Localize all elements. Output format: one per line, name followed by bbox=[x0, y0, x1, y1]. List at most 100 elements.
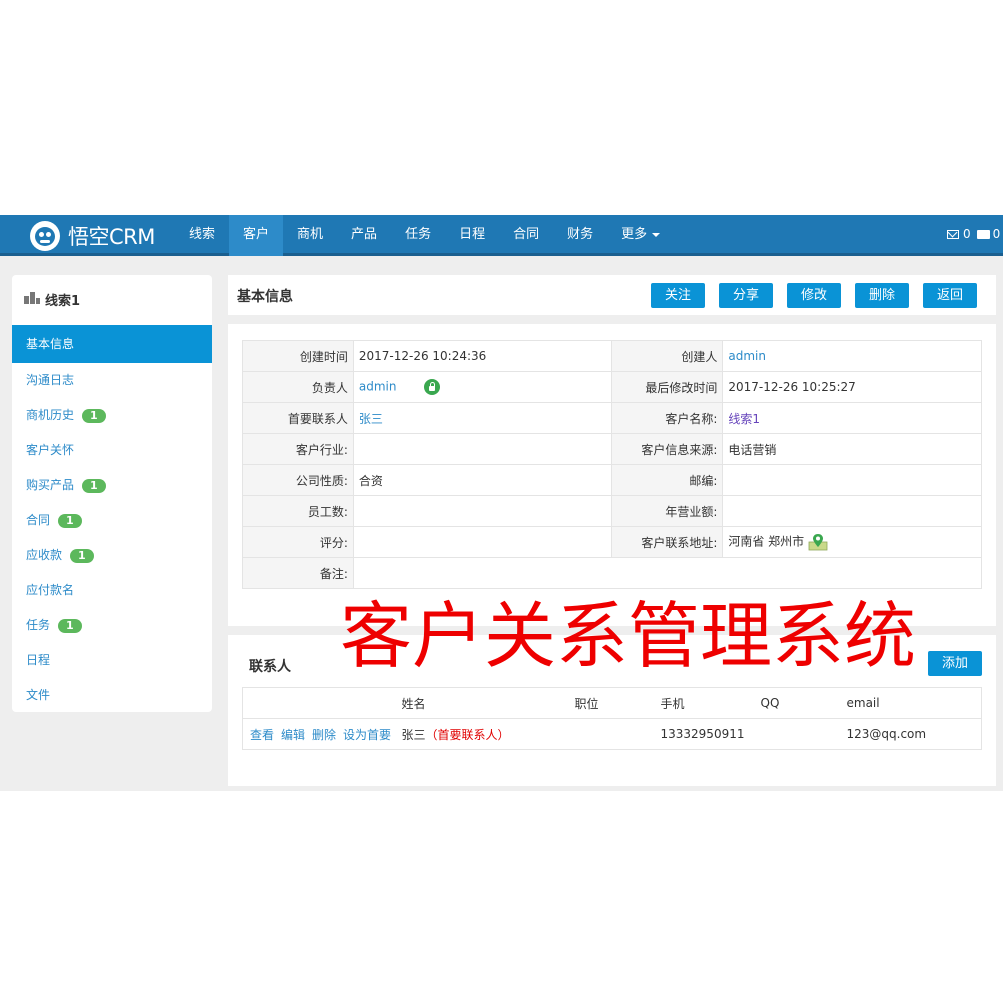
nav-item-products[interactable]: 产品 bbox=[337, 215, 391, 256]
info-title: 基本信息 bbox=[237, 289, 293, 305]
field-label: 备注: bbox=[242, 557, 354, 589]
info-panel: 创建时间 2017-12-26 10:24:36 创建人 admin 负责人 a… bbox=[228, 324, 996, 626]
field-label: 年营业额: bbox=[611, 495, 724, 527]
back-button[interactable]: 返回 bbox=[923, 283, 977, 308]
field-label: 客户行业: bbox=[242, 433, 354, 465]
sidebar-item-label: 任务 bbox=[26, 618, 51, 632]
row-actions: 查看 编辑 删除 设为首要 bbox=[242, 718, 396, 750]
sidebar-item-opportunity-history[interactable]: 商机历史 1 bbox=[12, 398, 212, 433]
field-label: 最后修改时间 bbox=[611, 371, 724, 403]
field-label: 员工数: bbox=[242, 495, 354, 527]
sidebar-item-label: 应收款 bbox=[26, 548, 63, 562]
card-icon[interactable] bbox=[976, 229, 990, 239]
sidebar-item-files[interactable]: 文件 bbox=[12, 678, 212, 712]
contact-phone: 13332950911 bbox=[654, 718, 755, 750]
field-value-cell: 河南省 郑州市 bbox=[722, 526, 982, 558]
delete-link[interactable]: 删除 bbox=[312, 728, 336, 742]
nav-item-contracts[interactable]: 合同 bbox=[499, 215, 553, 256]
add-contact-button[interactable]: 添加 bbox=[928, 651, 982, 676]
address-text: 河南省 郑州市 bbox=[728, 534, 805, 549]
nav-item-tasks[interactable]: 任务 bbox=[391, 215, 445, 256]
field-label: 客户名称: bbox=[611, 402, 724, 434]
field-value-cell: 线索1 bbox=[722, 402, 982, 434]
field-label: 邮编: bbox=[611, 464, 724, 496]
nav-item-opportunities[interactable]: 商机 bbox=[283, 215, 337, 256]
table-row: 公司性质: 合资 邮编: bbox=[242, 464, 982, 496]
info-header: 基本信息 关注 分享 修改 删除 返回 bbox=[228, 275, 996, 315]
view-link[interactable]: 查看 bbox=[250, 728, 274, 742]
field-label: 创建时间 bbox=[242, 340, 354, 372]
owner-link[interactable]: admin bbox=[359, 380, 397, 394]
primary-contact-link[interactable]: 张三 bbox=[359, 412, 383, 426]
set-primary-link[interactable]: 设为首要 bbox=[343, 728, 391, 742]
table-row: 负责人 admin 最后修改时间 2017-12-26 10:25:27 bbox=[242, 371, 982, 403]
sidebar-item-tasks[interactable]: 任务 1 bbox=[12, 608, 212, 643]
share-button[interactable]: 分享 bbox=[719, 283, 773, 308]
top-navbar: 悟空CRM 线索 客户 商机 产品 任务 日程 合同 财务 更多 0 0 bbox=[0, 215, 1003, 256]
column-header: 姓名 bbox=[395, 687, 569, 719]
creator-link[interactable]: admin bbox=[728, 349, 766, 363]
count-badge: 1 bbox=[82, 478, 106, 493]
follow-button[interactable]: 关注 bbox=[651, 283, 705, 308]
brand[interactable]: 悟空CRM bbox=[30, 221, 155, 251]
field-value: 合资 bbox=[352, 464, 613, 496]
table-row: 客户行业: 客户信息来源: 电话营销 bbox=[242, 433, 982, 465]
sidebar-item-contracts[interactable]: 合同 1 bbox=[12, 503, 212, 538]
sidebar-item-label: 商机历史 bbox=[26, 408, 75, 422]
sidebar-item-purchased-products[interactable]: 购买产品 1 bbox=[12, 468, 212, 503]
sidebar-item-basic-info[interactable]: 基本信息 bbox=[12, 325, 212, 363]
field-label: 评分: bbox=[242, 526, 354, 558]
field-value bbox=[352, 495, 613, 527]
column-header: 职位 bbox=[568, 687, 655, 719]
field-value bbox=[722, 464, 982, 496]
nav-menu: 线索 客户 商机 产品 任务 日程 合同 财务 更多 bbox=[175, 215, 674, 256]
table-row: 创建时间 2017-12-26 10:24:36 创建人 admin bbox=[242, 340, 982, 372]
field-label: 负责人 bbox=[242, 371, 354, 403]
table-row: 查看 编辑 删除 设为首要 张三（首要联系人） 13332950911 123@qq.… bbox=[242, 718, 982, 750]
contact-name-cell: 张三（首要联系人） bbox=[395, 718, 569, 750]
map-marker-icon[interactable] bbox=[808, 532, 828, 552]
contact-name: 张三 bbox=[401, 727, 426, 742]
sidebar-item-receivables[interactable]: 应收款 1 bbox=[12, 538, 212, 573]
nav-item-leads[interactable]: 线索 bbox=[175, 215, 229, 256]
sidebar-title: 线索1 bbox=[45, 294, 81, 309]
customer-name-link[interactable]: 线索1 bbox=[728, 412, 760, 426]
field-label: 首要联系人 bbox=[242, 402, 354, 434]
envelope-icon[interactable] bbox=[947, 229, 959, 239]
monkey-logo-icon bbox=[30, 221, 60, 251]
contacts-title: 联系人 bbox=[249, 659, 291, 675]
field-value bbox=[352, 526, 613, 558]
nav-item-more[interactable]: 更多 bbox=[607, 215, 674, 256]
sidebar-item-comm-log[interactable]: 沟通日志 bbox=[12, 363, 212, 398]
crm-screenshot: 悟空CRM 线索 客户 商机 产品 任务 日程 合同 财务 更多 0 0 线索1… bbox=[0, 215, 1003, 791]
card-count[interactable]: 0 bbox=[993, 227, 1001, 241]
table-header-row: 姓名 职位 手机 QQ email bbox=[242, 687, 982, 719]
table-row: 首要联系人 张三 客户名称: 线索1 bbox=[242, 402, 982, 434]
sidebar-item-label: 购买产品 bbox=[26, 478, 75, 492]
delete-button[interactable]: 删除 bbox=[855, 283, 909, 308]
count-badge: 1 bbox=[70, 548, 94, 563]
field-value bbox=[722, 495, 982, 527]
caret-down-icon bbox=[652, 232, 661, 237]
contacts-table: 姓名 职位 手机 QQ email 查看 编辑 删除 设为首要 张三（首要联系人） 1… bbox=[242, 687, 982, 750]
edit-button[interactable]: 修改 bbox=[787, 283, 841, 308]
message-count[interactable]: 0 bbox=[963, 227, 971, 241]
field-value-cell: admin bbox=[722, 340, 982, 372]
field-value: 2017-12-26 10:25:27 bbox=[722, 371, 982, 403]
field-label: 客户联系地址: bbox=[611, 526, 724, 558]
table-row: 员工数: 年营业额: bbox=[242, 495, 982, 527]
sidebar-item-schedule[interactable]: 日程 bbox=[12, 643, 212, 678]
count-badge: 1 bbox=[58, 618, 82, 633]
sidebar-item-payables[interactable]: 应付款名 bbox=[12, 573, 212, 608]
field-value: 电话营销 bbox=[722, 433, 982, 465]
edit-link[interactable]: 编辑 bbox=[281, 728, 305, 742]
field-value bbox=[352, 557, 983, 589]
nav-item-schedule[interactable]: 日程 bbox=[445, 215, 499, 256]
brand-name: 悟空CRM bbox=[68, 225, 155, 249]
nav-item-customers[interactable]: 客户 bbox=[229, 215, 284, 256]
sidebar-item-customer-care[interactable]: 客户关怀 bbox=[12, 433, 212, 468]
unlock-icon[interactable] bbox=[424, 379, 441, 395]
primary-contact-tag: （首要联系人） bbox=[425, 727, 510, 742]
count-badge: 1 bbox=[58, 513, 82, 528]
nav-item-finance[interactable]: 财务 bbox=[553, 215, 607, 256]
